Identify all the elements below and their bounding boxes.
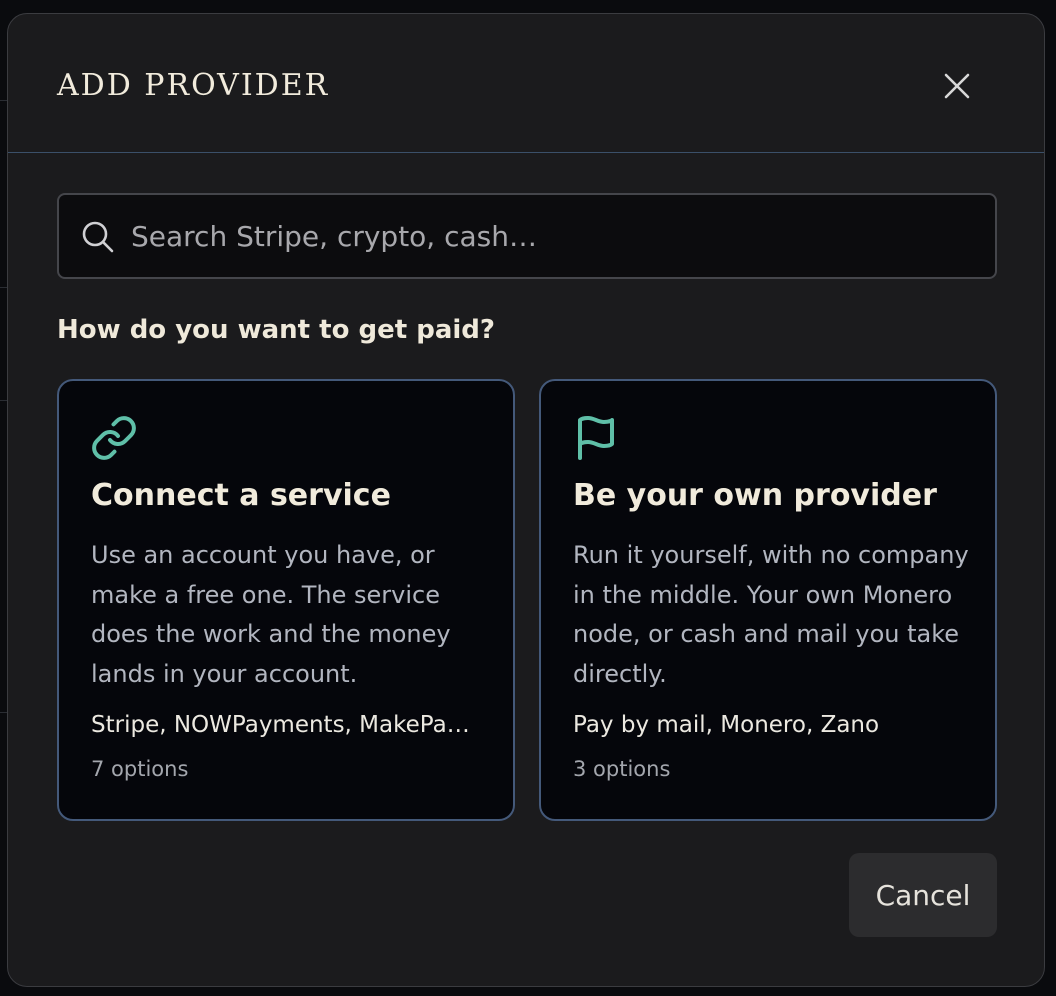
close-icon	[944, 73, 970, 99]
flag-icon	[578, 416, 614, 460]
card-examples: Stripe, NOWPayments, MakePay…	[91, 712, 483, 738]
dialog-header: ADD PROVIDER	[8, 14, 1044, 153]
card-option-count: 7 options	[91, 757, 189, 781]
close-button[interactable]	[937, 66, 977, 106]
card-description: Use an account you have, or make a free …	[91, 541, 451, 688]
card-option-count: 3 options	[573, 757, 671, 781]
connect-service-card[interactable]: Connect a service Use an account you hav…	[57, 379, 515, 821]
cancel-button[interactable]: Cancel	[849, 853, 997, 937]
search-input[interactable]	[131, 195, 971, 277]
payment-method-question: How do you want to get paid?	[57, 315, 495, 345]
card-examples: Pay by mail, Monero, Zano	[573, 712, 880, 738]
card-title: Connect a service	[91, 478, 391, 513]
search-box[interactable]	[57, 193, 997, 279]
card-description: Run it yourself, with no company in the …	[573, 541, 969, 688]
add-provider-dialog: ADD PROVIDER How do you want to get paid…	[7, 13, 1045, 987]
dialog-title: ADD PROVIDER	[57, 68, 330, 103]
link-icon	[92, 416, 136, 460]
card-title: Be your own provider	[573, 478, 937, 513]
own-provider-card[interactable]: Be your own provider Run it yourself, wi…	[539, 379, 997, 821]
search-icon	[82, 221, 114, 253]
